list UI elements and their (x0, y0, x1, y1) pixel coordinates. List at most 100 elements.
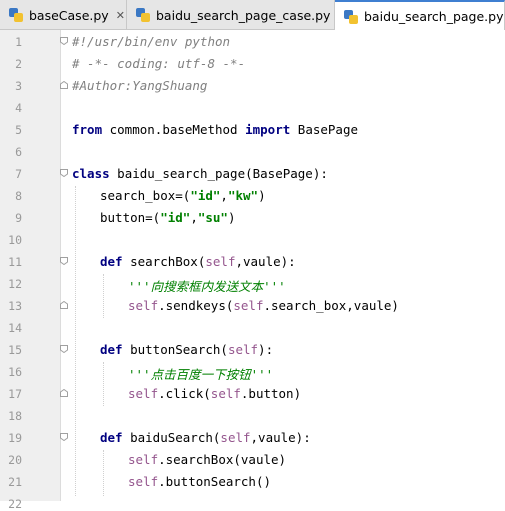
fold-marker-icon[interactable] (60, 37, 68, 45)
code-token: ) (258, 188, 266, 203)
keyword-from: from (72, 122, 103, 137)
code-token: , (190, 210, 198, 225)
self-token: self (220, 430, 251, 445)
fold-marker-icon[interactable] (60, 169, 68, 177)
line-number: 15 (8, 343, 22, 357)
class-name: BasePage (290, 122, 358, 137)
keyword-def: def (100, 254, 123, 269)
code-token: ): (258, 342, 274, 357)
keyword-def: def (100, 430, 123, 445)
line-number: 10 (8, 233, 22, 247)
line-number: 17 (8, 387, 22, 401)
code-token: button=( (100, 210, 161, 225)
indent-guide (103, 274, 104, 318)
code-line-11: def searchBox(self,vaule): (100, 254, 296, 269)
self-token: self (227, 342, 259, 357)
self-token: self (128, 474, 159, 489)
function-name: searchBox( (122, 254, 206, 269)
line-number: 14 (8, 321, 22, 335)
self-token: self (128, 386, 159, 401)
keyword-class: class (72, 166, 110, 181)
line-number: 2 (15, 57, 22, 71)
line-number: 20 (8, 453, 22, 467)
line-number: 5 (15, 123, 22, 137)
code-token: search_box=( (100, 188, 191, 203)
line-number: 19 (8, 431, 22, 445)
code-line-8: search_box=("id","kw") (100, 188, 266, 203)
tab-label: baidu_search_page.py (364, 9, 504, 24)
tab-basecase[interactable]: baseCase.py ✕ (0, 0, 127, 30)
line-number: 8 (15, 189, 22, 203)
keyword-def: def (100, 342, 123, 357)
self-token: self (128, 298, 159, 313)
line-number: 4 (15, 101, 22, 115)
code-line-19: def baiduSearch(self,vaule): (100, 430, 311, 445)
code-token: .search_box,vaule) (263, 298, 399, 313)
string-literal: "id" (190, 188, 221, 203)
fold-marker-icon[interactable] (60, 433, 68, 441)
code-line-21: self.buttonSearch() (128, 474, 271, 489)
python-file-icon (135, 7, 151, 23)
self-token: self (128, 452, 159, 467)
python-file-icon (343, 9, 359, 25)
string-literal: "id" (160, 210, 191, 225)
code-line-7: class baidu_search_page(BasePage): (72, 166, 328, 181)
self-token: self (210, 386, 241, 401)
fold-marker-icon[interactable] (60, 81, 68, 89)
class-declaration: baidu_search_page(BasePage): (109, 166, 328, 181)
code-token: .button) (240, 386, 302, 401)
code-line-9: button=("id","su") (100, 210, 236, 225)
line-number: 11 (8, 255, 22, 269)
tab-baidu-search-page[interactable]: baidu_search_page.py ✕ (335, 0, 505, 31)
fold-marker-icon[interactable] (60, 345, 68, 353)
line-number: 16 (8, 365, 22, 379)
line-number: 1 (15, 35, 22, 49)
self-token: self (233, 298, 264, 313)
code-token: .sendkeys( (158, 298, 234, 313)
code-line-12: '''向搜索框内发送文本''' (128, 279, 286, 294)
code-line-2: # -*- coding: utf-8 -*- (72, 56, 246, 71)
code-line-17: self.click(self.button) (128, 386, 301, 401)
line-number: 22 (8, 497, 22, 511)
line-number: 21 (8, 475, 22, 489)
code-line-1: #!/usr/bin/env python (72, 34, 231, 49)
close-icon[interactable]: ✕ (116, 9, 125, 22)
indent-guide (103, 450, 104, 496)
function-name: baiduSearch( (122, 430, 221, 445)
line-number: 7 (15, 167, 22, 181)
code-line-3: #Author:YangShuang (72, 78, 208, 93)
line-number: 13 (8, 299, 22, 313)
code-line-15: def buttonSearch(self): (100, 342, 273, 357)
python-file-icon (8, 7, 24, 23)
code-token: .buttonSearch() (158, 474, 271, 489)
function-name: buttonSearch( (122, 342, 228, 357)
tab-label: baseCase.py (29, 7, 109, 23)
module-name: common.baseMethod (102, 122, 246, 137)
line-number: 18 (8, 409, 22, 423)
code-token: , (220, 188, 228, 203)
string-literal: "su" (197, 210, 228, 225)
fold-marker-icon[interactable] (60, 257, 68, 265)
code-line-20: self.searchBox(vaule) (128, 452, 286, 467)
code-token: ,vaule): (235, 254, 296, 269)
indent-guide (75, 186, 76, 496)
editor-tab-bar: baseCase.py ✕ baidu_search_page_case.py … (0, 0, 505, 31)
tab-label: baidu_search_page_case.py (156, 7, 331, 23)
tab-baidu-search-page-case[interactable]: baidu_search_page_case.py ✕ (127, 0, 347, 30)
line-number-gutter: 1 2 3 4 5 6 7 8 9 10 11 12 13 14 15 16 1… (0, 30, 60, 511)
line-number: 6 (15, 145, 22, 159)
fold-marker-icon[interactable] (60, 301, 68, 309)
code-line-16: '''点击百度一下按钮''' (128, 367, 274, 382)
code-line-13: self.sendkeys(self.search_box,vaule) (128, 298, 399, 313)
line-number: 3 (15, 79, 22, 93)
code-token: .searchBox(vaule) (158, 452, 287, 467)
code-token: ) (227, 210, 236, 225)
indent-guide (103, 362, 104, 406)
code-line-5: from common.baseMethod import BasePage (72, 122, 358, 137)
keyword-import: import (245, 122, 291, 137)
fold-marker-icon[interactable] (60, 389, 68, 397)
line-number: 9 (15, 211, 22, 225)
self-token: self (205, 254, 236, 269)
line-number: 12 (8, 277, 22, 291)
code-token: ,vaule): (250, 430, 311, 445)
